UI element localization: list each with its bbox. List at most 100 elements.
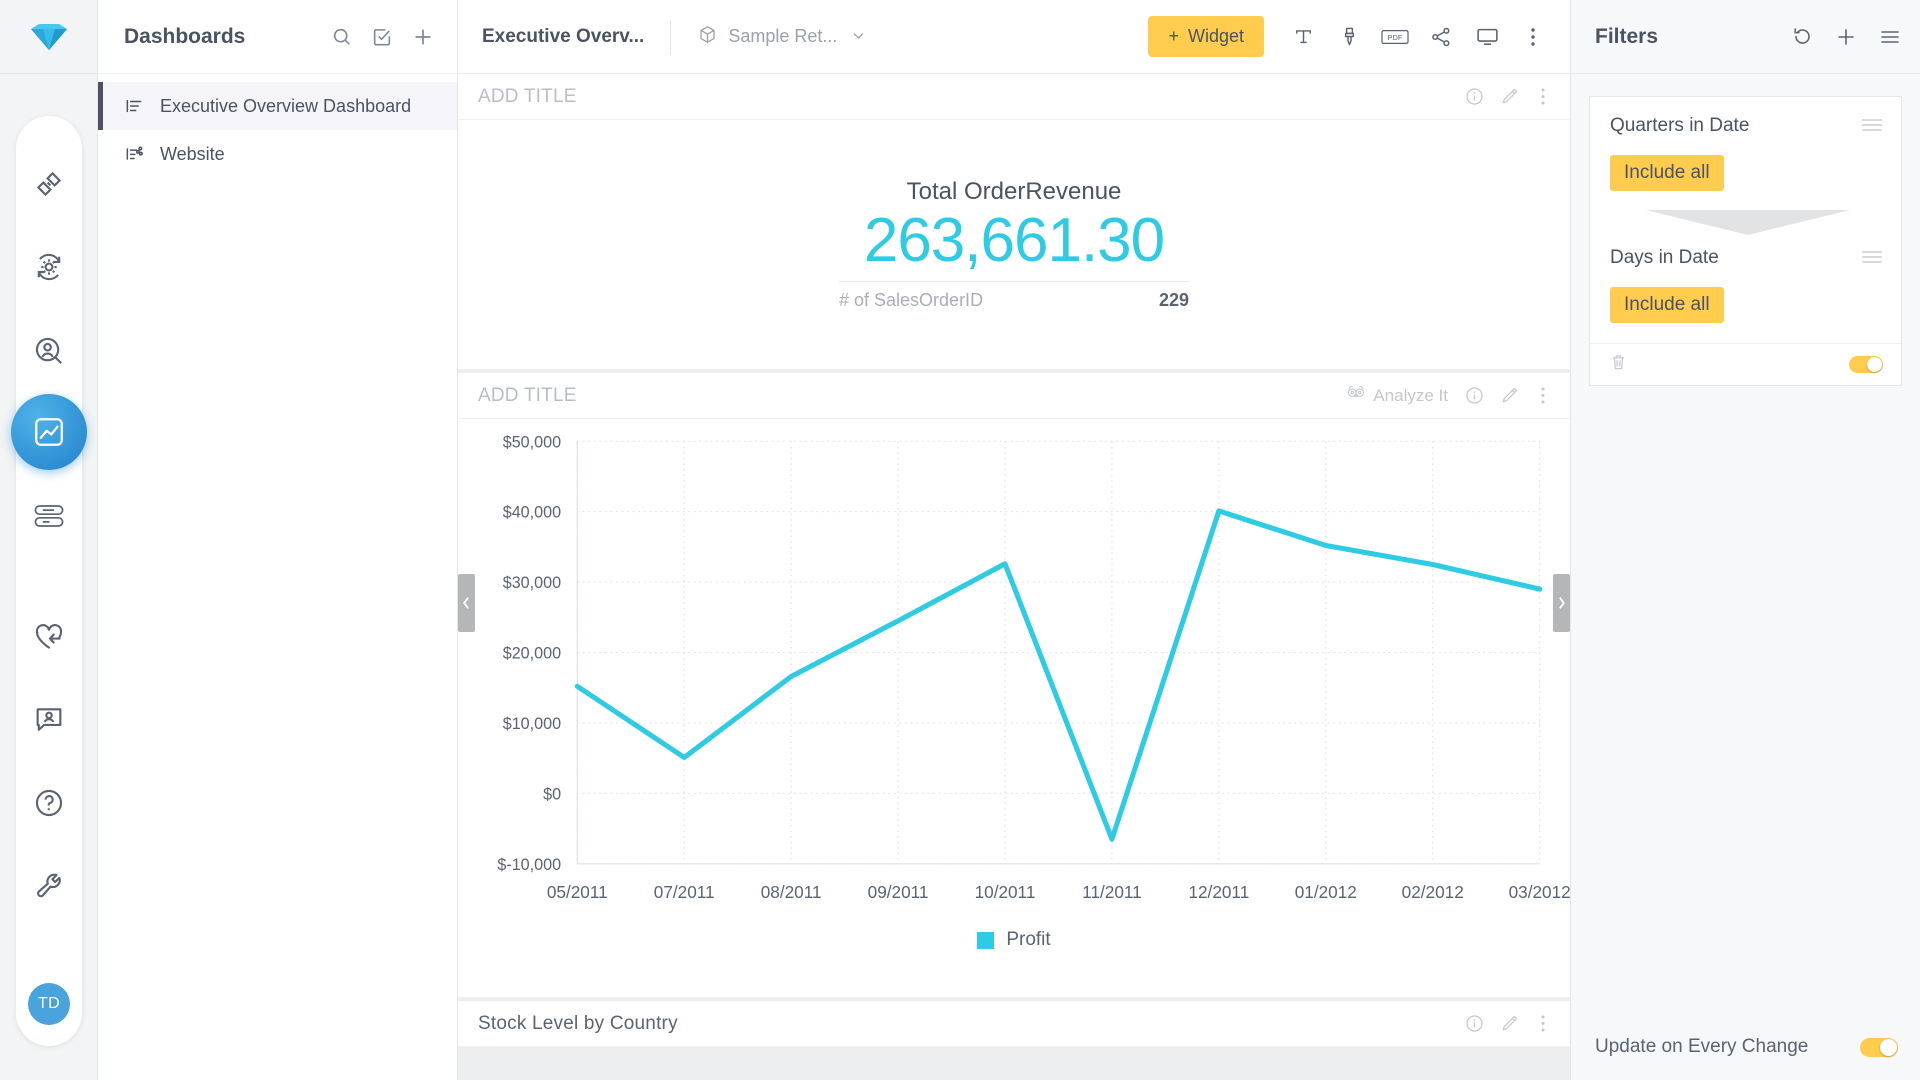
- datasource-selector[interactable]: Sample Ret...: [697, 24, 866, 50]
- widget-header: Stock Level by Country: [458, 1001, 1570, 1047]
- sidebar-item-pulse[interactable]: [16, 594, 82, 678]
- sidebar-item-analytics[interactable]: [10, 393, 88, 471]
- elasticube-gear-icon: [37, 254, 61, 281]
- dashboard-title[interactable]: Executive Overv...: [482, 26, 644, 48]
- dashboard-list-panel: Dashboards Executive Overview Dashboard …: [98, 0, 458, 1080]
- sidebar-item-data[interactable]: [16, 474, 82, 558]
- x-axis-tick-label: 03/2012: [1509, 882, 1570, 902]
- kpi-secondary-label: # of SalesOrderID: [839, 289, 984, 310]
- x-axis-tick-label: 01/2012: [1295, 882, 1357, 902]
- filter-card: Quarters in Date Include all Days in Dat…: [1589, 96, 1902, 386]
- filter-value-chip[interactable]: Include all: [1610, 287, 1724, 323]
- plus-icon[interactable]: [411, 25, 435, 49]
- plus-icon: +: [1168, 26, 1179, 46]
- widget-title[interactable]: ADD TITLE: [478, 86, 1464, 108]
- collapse-right-handle[interactable]: [1553, 574, 1570, 632]
- sidebar-item-user-chat[interactable]: [16, 678, 82, 762]
- select-checkbox-icon[interactable]: [371, 26, 393, 48]
- indicator-body: Total OrderRevenue 263,661.30 # of Sales…: [458, 120, 1570, 369]
- sidebar-item-connectors[interactable]: [16, 142, 82, 226]
- sidebar-item-help[interactable]: [16, 761, 82, 845]
- sidebar-item-website[interactable]: Website: [98, 130, 457, 178]
- x-axis-tick-label: 02/2012: [1402, 882, 1464, 902]
- wrench-icon: [37, 873, 61, 897]
- widget-title[interactable]: ADD TITLE: [478, 385, 1345, 407]
- info-icon[interactable]: [1464, 385, 1485, 406]
- edit-pencil-icon[interactable]: [1499, 385, 1520, 406]
- filters-body: Quarters in Date Include all Days in Dat…: [1571, 74, 1920, 1014]
- text-widget-icon[interactable]: [1280, 14, 1326, 60]
- filters-footer: Update on Every Change: [1571, 1014, 1920, 1080]
- widget-indicator: ADD TITLE Total OrderRevenue 263,661.30 …: [458, 74, 1570, 369]
- widget-title[interactable]: Stock Level by Country: [478, 1013, 1464, 1035]
- filter-item-quarters-in-date: Quarters in Date Include all: [1590, 97, 1901, 211]
- dashboard-canvas: ADD TITLE Total OrderRevenue 263,661.30 …: [458, 74, 1570, 1080]
- more-vertical-icon[interactable]: [1534, 1013, 1552, 1034]
- filter-menu-icon[interactable]: [1861, 249, 1883, 270]
- more-vertical-icon[interactable]: [1534, 385, 1552, 406]
- widget-actions: [1464, 86, 1552, 107]
- chevron-down-icon: [851, 28, 866, 46]
- analytics-chart-icon: [35, 417, 63, 446]
- more-vertical-icon[interactable]: [1534, 86, 1552, 107]
- filter-card-footer: [1590, 343, 1901, 385]
- share-icon[interactable]: [1418, 14, 1464, 60]
- avatar[interactable]: TD: [16, 962, 82, 1046]
- filter-menu-icon[interactable]: [1861, 117, 1883, 138]
- more-vertical-icon[interactable]: [1510, 14, 1556, 60]
- y-axis-tick-label: $50,000: [503, 433, 561, 451]
- kpi-value: 263,661.30: [863, 206, 1165, 276]
- info-icon[interactable]: [1464, 1013, 1485, 1034]
- sidebar-item-label: Executive Overview Dashboard: [160, 95, 412, 116]
- chevron-right-icon: [1559, 597, 1565, 609]
- filter-name: Days in Date: [1610, 247, 1719, 268]
- sidebar-item-data-models[interactable]: [16, 226, 82, 310]
- page-title: Dashboards: [124, 24, 246, 48]
- nav-icon-pill: TD: [11, 116, 87, 1046]
- analyze-it-button[interactable]: Analyze It: [1345, 384, 1448, 408]
- sidebar-item-executive-overview-dashboard[interactable]: Executive Overview Dashboard: [98, 82, 457, 130]
- add-widget-label: Widget: [1187, 26, 1244, 46]
- sidebar-item-admin[interactable]: [16, 845, 82, 929]
- paintbrush-icon[interactable]: [1326, 14, 1372, 60]
- presentation-icon[interactable]: [1464, 14, 1510, 60]
- filter-name: Quarters in Date: [1610, 115, 1750, 136]
- x-axis-tick-label: 07/2011: [654, 882, 715, 902]
- shared-dashboard-icon: [124, 144, 144, 164]
- toggle-knob: [1867, 357, 1882, 372]
- kpi-divider: [839, 280, 1189, 282]
- x-axis-tick-label: 10/2011: [975, 882, 1036, 902]
- collapse-left-handle[interactable]: [458, 574, 475, 632]
- sidebar-item-label: Website: [160, 143, 225, 164]
- chart-series-line[interactable]: [574, 508, 1543, 842]
- dashboard-toolbar: Executive Overv... Sample Ret... + Widge…: [458, 0, 1570, 74]
- x-axis-tick-label: 11/2011: [1082, 882, 1142, 902]
- add-widget-button[interactable]: + Widget: [1148, 16, 1264, 57]
- hamburger-menu-icon[interactable]: [1878, 25, 1902, 49]
- filter-value-chip[interactable]: Include all: [1610, 155, 1724, 191]
- update-on-change-toggle[interactable]: [1860, 1037, 1898, 1057]
- edit-pencil-icon[interactable]: [1499, 86, 1520, 107]
- refresh-icon[interactable]: [1791, 25, 1814, 48]
- heart-reply-icon: [35, 623, 63, 649]
- y-axis-tick-label: $30,000: [503, 574, 561, 592]
- edit-pencil-icon[interactable]: [1499, 1013, 1520, 1034]
- info-icon[interactable]: [1464, 86, 1485, 107]
- widget-header: ADD TITLE Analyze It: [458, 373, 1570, 419]
- datasource-label: Sample Ret...: [728, 26, 838, 46]
- legend-swatch[interactable]: [977, 931, 995, 949]
- svg-text:PDF: PDF: [1388, 32, 1403, 41]
- line-chart-svg[interactable]: $50,000 $40,000 $30,000 $20,000 $10,000 $0 $-1…: [458, 419, 1570, 955]
- app-logo[interactable]: [0, 0, 97, 74]
- y-axis-tick-label: $0: [543, 785, 561, 803]
- sidebar-item-user-search[interactable]: [16, 309, 82, 393]
- pills-data-icon: [34, 505, 64, 528]
- filter-enable-toggle[interactable]: [1849, 356, 1883, 373]
- avatar-initials: TD: [28, 983, 70, 1026]
- toggle-knob: [1880, 1038, 1897, 1056]
- search-icon[interactable]: [331, 26, 353, 48]
- plus-icon[interactable]: [1834, 25, 1858, 49]
- filters-panel: Filters Quarters in Date Include all Day…: [1570, 0, 1920, 1080]
- trash-icon[interactable]: [1608, 352, 1629, 378]
- pdf-export-icon[interactable]: PDF: [1372, 14, 1418, 60]
